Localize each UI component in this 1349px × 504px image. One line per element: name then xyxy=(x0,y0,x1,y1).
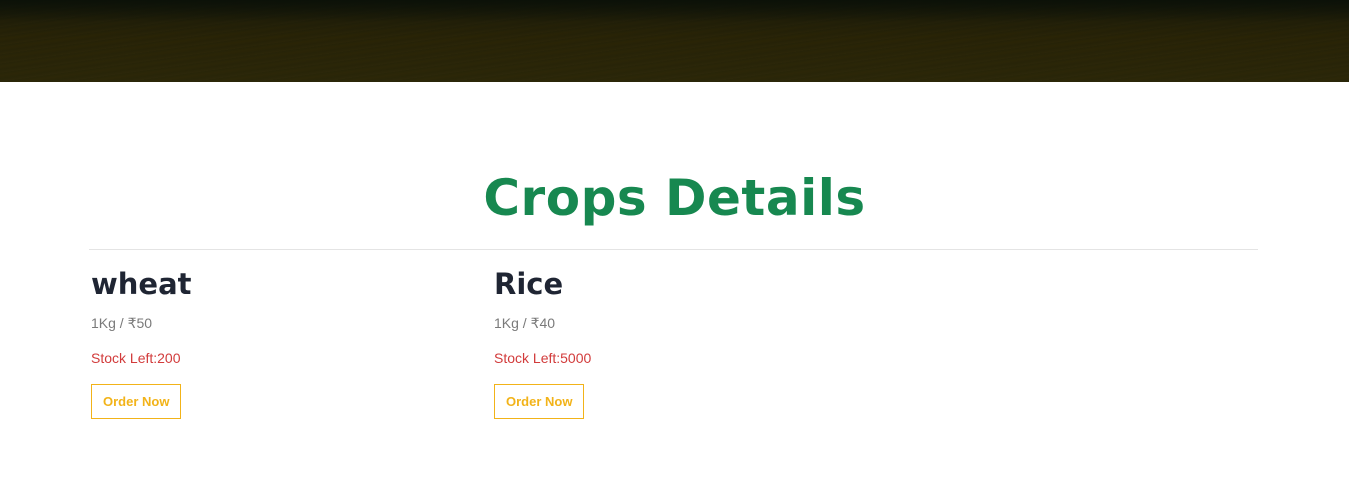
hero-banner-image xyxy=(0,0,1349,82)
order-now-button[interactable]: Order Now xyxy=(494,384,585,419)
crops-section: Crops Details wheat 1Kg / ₹50 Stock Left… xyxy=(0,82,1349,504)
crop-stock: Stock Left:200 xyxy=(91,350,181,366)
crop-stock: Stock Left:5000 xyxy=(494,350,592,366)
title-divider xyxy=(89,249,1258,250)
crop-card-wheat: wheat 1Kg / ₹50 Stock Left:200 Order Now xyxy=(91,262,471,419)
crop-name: Rice xyxy=(494,267,564,301)
crop-price: 1Kg / ₹50 xyxy=(91,315,153,331)
crop-card-rice: Rice 1Kg / ₹40 Stock Left:5000 Order Now xyxy=(494,262,874,419)
crop-name: wheat xyxy=(91,267,192,301)
crop-price: 1Kg / ₹40 xyxy=(494,315,556,331)
order-now-button[interactable]: Order Now xyxy=(91,384,182,419)
page-title: Crops Details xyxy=(483,169,866,227)
